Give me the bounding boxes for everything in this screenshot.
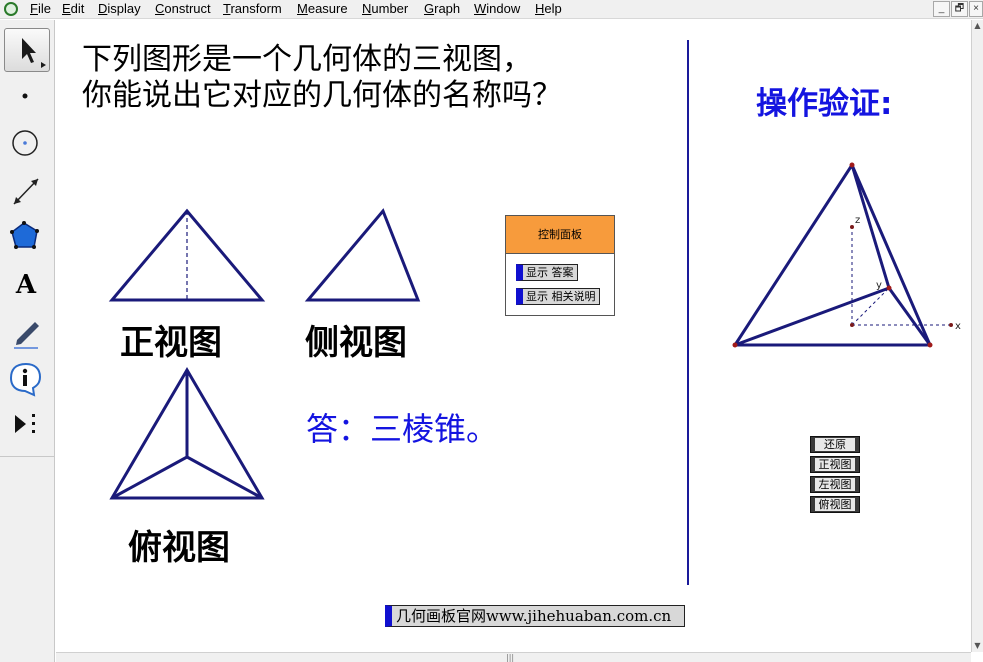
polygon-icon	[10, 221, 39, 249]
scroll-grip-icon[interactable]: |||	[506, 654, 514, 662]
top-view-button[interactable]: 俯视图	[810, 496, 860, 513]
show-answer-button[interactable]: 显示 答案	[516, 264, 578, 281]
verify-title: 操作验证:	[756, 86, 893, 122]
side-view-label: 侧视图	[305, 323, 407, 363]
restore-button[interactable]: 🗗	[951, 1, 968, 17]
z-axis-point	[850, 225, 854, 229]
base-left-point[interactable]	[732, 342, 738, 348]
toolbox: A	[0, 20, 55, 662]
menu-window[interactable]: Window	[474, 1, 520, 16]
menu-edit[interactable]: Edit	[62, 1, 84, 16]
front-view-label: 正视图	[120, 323, 222, 363]
side-view-shape[interactable]	[304, 208, 421, 302]
polygon-tool[interactable]	[4, 216, 50, 260]
point-tool[interactable]	[4, 75, 50, 119]
pyramid-edges[interactable]	[733, 163, 932, 347]
menu-file[interactable]: File	[30, 1, 51, 16]
control-panel-title: 控制面板	[506, 216, 614, 254]
text-tool[interactable]: A	[4, 264, 50, 308]
minimize-button[interactable]: _	[933, 1, 950, 17]
menu-display[interactable]: Display	[98, 1, 141, 16]
point-icon	[22, 93, 28, 99]
vertical-scrollbar[interactable]: ▲ ▼	[971, 20, 983, 652]
straightedge-tool[interactable]	[4, 170, 50, 214]
horizontal-scrollbar[interactable]: |||	[56, 652, 971, 662]
x-axis-point	[949, 323, 953, 327]
compass-icon	[12, 130, 38, 156]
scroll-up-icon[interactable]: ▲	[972, 20, 983, 32]
marker-pen-icon	[14, 322, 39, 349]
arrow-icon	[22, 38, 46, 68]
base-right-point[interactable]	[927, 342, 933, 348]
close-button[interactable]: ×	[969, 1, 983, 17]
marker-tool[interactable]	[4, 310, 50, 354]
menu-transform[interactable]: Transform	[223, 1, 282, 16]
custom-tools[interactable]	[4, 403, 50, 447]
app-icon[interactable]	[4, 2, 18, 16]
front-view-button-label: 正视图	[815, 458, 855, 471]
show-explanation-button[interactable]: 显示 相关说明	[516, 288, 600, 305]
text-tool-icon: A	[15, 270, 37, 300]
base-back-point[interactable]	[886, 285, 892, 291]
menu-help[interactable]: Help	[535, 1, 562, 16]
z-axis-label: z	[855, 215, 860, 226]
x-axis-label: x	[955, 321, 961, 332]
front-view-button[interactable]: 正视图	[810, 456, 860, 473]
answer-text: 答：三棱锥。	[306, 410, 499, 448]
vertical-divider-line	[687, 40, 689, 585]
top-view-label: 俯视图	[128, 528, 230, 568]
menu-graph[interactable]: Graph	[424, 1, 460, 16]
left-view-button[interactable]: 左视图	[810, 476, 860, 493]
custom-tools-icon	[15, 414, 35, 433]
information-tool[interactable]	[4, 357, 50, 401]
front-view-shape[interactable]	[108, 208, 266, 302]
info-icon	[9, 362, 42, 397]
menu-number[interactable]: Number	[362, 1, 408, 16]
toolbox-divider	[0, 456, 55, 457]
arrow-select-tool[interactable]	[4, 28, 50, 72]
compass-tool[interactable]	[4, 122, 50, 166]
restore-view-button[interactable]: 还原	[810, 436, 860, 453]
menu-measure[interactable]: Measure	[297, 1, 348, 16]
sketch-canvas[interactable]: 下列图形是一个几何体的三视图， 你能说出它对应的几何体的名称吗？ 正视图 侧视图…	[56, 20, 971, 652]
apex-point[interactable]	[849, 162, 855, 168]
menu-construct[interactable]: Construct	[155, 1, 211, 16]
top-view-button-label: 俯视图	[815, 498, 855, 511]
top-view-shape[interactable]	[109, 367, 265, 500]
line-segment-icon	[13, 178, 39, 205]
control-panel: 控制面板 显示 答案 显示 相关说明	[505, 215, 615, 316]
y-axis-label: y	[876, 280, 882, 291]
origin-point	[850, 323, 854, 327]
menu-bar: File Edit Display Construct Transform Me…	[0, 0, 983, 19]
left-view-button-label: 左视图	[815, 478, 855, 491]
restore-view-label: 还原	[815, 438, 855, 451]
coordinate-axes	[851, 227, 951, 326]
scroll-down-icon[interactable]: ▼	[972, 640, 983, 652]
website-link-button[interactable]: 几何画板官网www.jihehuaban.com.cn	[385, 605, 685, 627]
